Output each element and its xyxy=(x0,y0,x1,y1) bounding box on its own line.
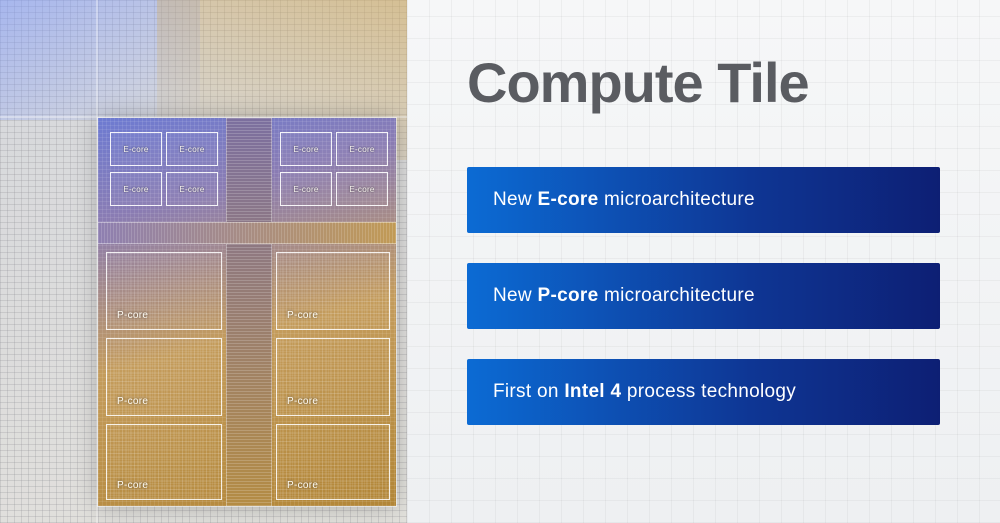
card-text-bold: E-core xyxy=(538,189,599,210)
ecore-block: E-core xyxy=(336,172,388,206)
ecore-label: E-core xyxy=(281,133,331,165)
ecore-block: E-core xyxy=(166,172,218,206)
pcore-label: P-core xyxy=(287,480,318,491)
ecore-block: E-core xyxy=(280,172,332,206)
ecore-label: E-core xyxy=(281,173,331,205)
card-text-suffix: microarchitecture xyxy=(598,285,754,306)
pcore-label: P-core xyxy=(117,480,148,491)
ecore-block: E-core xyxy=(110,132,162,166)
card-text-bold: Intel 4 xyxy=(564,381,621,402)
page-title: Compute Tile xyxy=(467,50,940,115)
pcore-block: P-core xyxy=(276,338,390,416)
ecore-label: E-core xyxy=(167,173,217,205)
ecore-label: E-core xyxy=(337,133,387,165)
ecore-block: E-core xyxy=(280,132,332,166)
card-text-suffix: process technology xyxy=(621,381,796,402)
pcore-label: P-core xyxy=(287,310,318,321)
tile-center-spine xyxy=(226,118,272,506)
pcore-block: P-core xyxy=(106,252,222,330)
ecore-block: E-core xyxy=(336,132,388,166)
feature-card-ecore: New E-core microarchitecture xyxy=(467,167,940,233)
pcore-label: P-core xyxy=(287,396,318,407)
ecore-block: E-core xyxy=(166,132,218,166)
ecore-label: E-core xyxy=(337,173,387,205)
pcore-block: P-core xyxy=(276,424,390,500)
card-text-prefix: New xyxy=(493,189,538,210)
pcore-block: P-core xyxy=(276,252,390,330)
info-panel: Compute Tile New E-core microarchitectur… xyxy=(407,0,1000,523)
ecore-block: E-core xyxy=(110,172,162,206)
card-text-suffix: microarchitecture xyxy=(598,189,754,210)
pcore-label: P-core xyxy=(117,310,148,321)
pcore-block: P-core xyxy=(106,424,222,500)
ecore-label: E-core xyxy=(111,173,161,205)
tile-horiz-split xyxy=(98,222,396,244)
pcore-block: P-core xyxy=(106,338,222,416)
card-text-prefix: New xyxy=(493,285,538,306)
ecore-label: E-core xyxy=(167,133,217,165)
feature-card-process: First on Intel 4 process technology xyxy=(467,359,940,425)
card-text-bold: P-core xyxy=(538,285,599,306)
card-text-prefix: First on xyxy=(493,381,564,402)
feature-card-pcore: New P-core microarchitecture xyxy=(467,263,940,329)
die-illustration: E-core E-core E-core E-core E-core E-cor… xyxy=(0,0,407,523)
compute-tile: E-core E-core E-core E-core E-core E-cor… xyxy=(98,118,396,506)
pcore-label: P-core xyxy=(117,396,148,407)
ecore-label: E-core xyxy=(111,133,161,165)
